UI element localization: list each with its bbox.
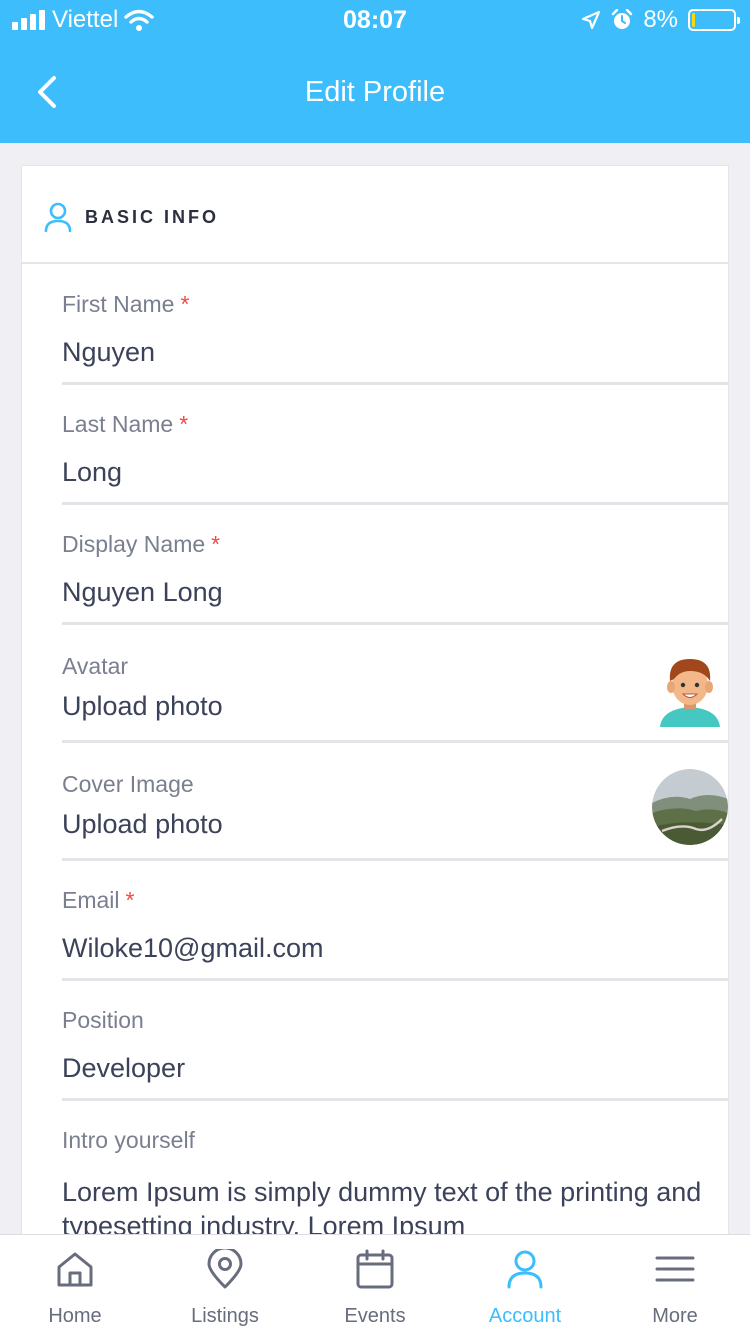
position-label: Position [62,1007,144,1033]
last-name-field: Last Name * Long [62,411,728,505]
avatar-upload-button[interactable]: Upload photo [62,691,223,722]
display-name-value: Nguyen Long [62,577,223,607]
alarm-icon [612,9,633,29]
first-name-value: Nguyen [62,337,156,367]
battery-level [692,13,695,27]
status-right: 8% [581,6,740,34]
first-name-label-text: First Name [62,291,175,317]
tab-account-label: Account [488,1305,562,1327]
avatar-label: Avatar [62,653,129,679]
email-field: Email * Wiloke10@gmail.com [62,887,728,981]
email-value: Wiloke10@gmail.com [62,933,324,963]
required-mark: * [179,411,189,437]
intro-value: Lorem Ipsum is simply dummy text of the … [62,1177,702,1240]
required-mark: * [125,887,135,913]
cover-image[interactable] [652,769,728,845]
tab-bar: Home Listings Events Account More [0,1234,750,1334]
avatar-field: Avatar Upload photo [62,653,728,743]
calendar-icon [356,1249,394,1289]
tab-events[interactable]: Events [300,1235,450,1334]
last-name-label-text: Last Name [62,411,174,437]
display-name-label: Display Name * [62,531,220,558]
cover-upload-button[interactable]: Upload photo [62,809,223,840]
tab-home-label: Home [48,1305,102,1327]
cover-image-label: Cover Image [62,771,194,797]
avatar-image[interactable] [652,651,728,727]
intro-label: Intro yourself [62,1127,195,1153]
position-field: Position Developer [62,1007,728,1101]
user-icon [44,202,72,232]
last-name-label: Last Name * [62,411,188,438]
required-mark: * [180,291,190,317]
first-name-field: First Name * Nguyen [62,291,728,385]
position-value: Developer [62,1053,186,1083]
app-header: Viettel 08:07 8% Edit Profile [0,0,750,143]
tab-events-label: Events [344,1305,406,1327]
first-name-label: First Name * [62,291,189,318]
display-name-field: Display Name * Nguyen Long [62,531,728,625]
user-icon [507,1250,543,1289]
tab-home[interactable]: Home [0,1235,150,1334]
status-bar: Viettel 08:07 8% [0,0,750,40]
home-icon [57,1252,93,1287]
section-header: BASIC INFO [22,166,728,264]
battery-percent: 8% [643,6,678,33]
email-label: Email * [62,887,134,914]
menu-icon [655,1256,695,1282]
tab-account[interactable]: Account [450,1235,600,1334]
profile-form-card: BASIC INFO First Name * Nguyen Last Name *… [21,165,729,1240]
tab-listings[interactable]: Listings [150,1235,300,1334]
location-arrow-icon [582,10,601,30]
page-title: Edit Profile [304,76,446,108]
last-name-value: Long [62,457,123,487]
tab-more-label: More [652,1305,698,1327]
email-label-text: Email [62,887,120,913]
required-mark: * [211,531,221,557]
section-title: BASIC INFO [85,207,220,227]
tab-more[interactable]: More [600,1235,750,1334]
map-pin-icon [207,1249,243,1289]
battery-icon [688,9,740,31]
nav-bar: Edit Profile [0,40,750,143]
tab-listings-label: Listings [191,1305,259,1327]
intro-field: Intro yourself Lorem Ipsum is simply dum… [62,1127,728,1240]
display-name-label-text: Display Name [62,531,206,557]
cover-image-field: Cover Image Upload photo [62,769,728,861]
